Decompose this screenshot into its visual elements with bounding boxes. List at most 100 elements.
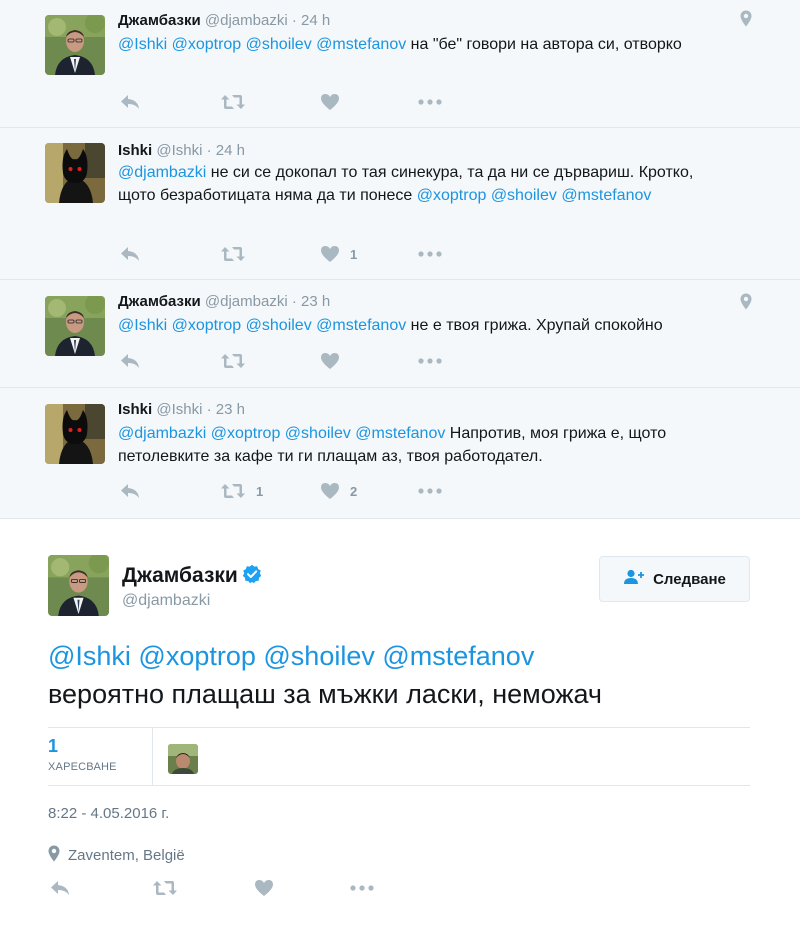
thread-tweet[interactable]: Ishki @Ishki · 23 h @djambazki @xoptrop @… bbox=[0, 388, 800, 519]
tweet-timestamp[interactable]: 8:22 - 4.05.2016 г. bbox=[48, 805, 169, 822]
tweet-heart-button[interactable] bbox=[320, 92, 340, 112]
tweet-actions: 12 bbox=[118, 481, 478, 501]
mention-link[interactable]: @djambazki bbox=[118, 164, 206, 181]
tweet-text: @djambazki не си се докопал то тая синек… bbox=[118, 161, 728, 207]
like-label[interactable]: ХАРЕСВАНЕ bbox=[48, 761, 117, 773]
tweet-time[interactable]: 24 h bbox=[216, 142, 245, 159]
heart-icon bbox=[320, 352, 340, 370]
more-icon bbox=[418, 99, 442, 105]
mention-link[interactable]: @shoilev bbox=[246, 317, 312, 334]
author-handle[interactable]: @djambazki bbox=[122, 592, 210, 610]
mention-link[interactable]: @djambazki bbox=[118, 425, 206, 442]
author-name-text[interactable]: Джамбазки bbox=[122, 564, 238, 587]
reply-icon bbox=[50, 880, 70, 896]
tweet-text: @Ishki @xoptrop @shoilev @mstefanov не е… bbox=[118, 314, 728, 337]
separator-dot: · bbox=[202, 142, 216, 159]
man-avatar[interactable] bbox=[45, 296, 105, 356]
mention-link[interactable]: @Ishki bbox=[118, 36, 167, 53]
separator-dot: · bbox=[287, 12, 302, 29]
tweet-heart-button[interactable]: 1 bbox=[320, 244, 357, 264]
mention-link[interactable]: @mstefanov bbox=[561, 187, 651, 204]
author-handle[interactable]: @Ishki bbox=[156, 142, 202, 159]
dark-figure-avatar[interactable] bbox=[45, 143, 105, 203]
main-tweet-mentions[interactable]: @Ishki @xoptrop @shoilev @mstefanov bbox=[48, 637, 758, 675]
mention-link[interactable]: @shoilev bbox=[246, 36, 312, 53]
tweet-time[interactable]: 24 h bbox=[301, 12, 330, 29]
mention-link[interactable]: @shoilev bbox=[285, 425, 351, 442]
reply-icon bbox=[120, 94, 140, 110]
tweet-more-button[interactable] bbox=[418, 351, 442, 371]
follow-button[interactable]: Следване bbox=[599, 556, 750, 602]
tweet-retweet-button[interactable] bbox=[220, 92, 246, 112]
main-reply-button[interactable] bbox=[50, 878, 70, 898]
mention-link[interactable]: @mstefanov bbox=[316, 36, 406, 53]
heart-icon bbox=[320, 245, 340, 263]
dark-figure-avatar[interactable] bbox=[45, 404, 105, 464]
author-name[interactable]: Джамбазки bbox=[118, 12, 201, 29]
tweet-header: Джамбазки @djambazki · 23 h bbox=[118, 293, 330, 310]
main-retweet-button[interactable] bbox=[152, 878, 178, 898]
stats-divider bbox=[152, 728, 153, 785]
reply-icon bbox=[120, 353, 140, 369]
thread-tweet[interactable]: Джамбазки @djambazki · 23 h @Ishki @xoptr… bbox=[0, 280, 800, 388]
tweet-more-button[interactable] bbox=[418, 481, 442, 501]
tweet-reply-button[interactable] bbox=[120, 244, 140, 264]
thread-tweet[interactable]: Джамбазки @djambazki · 24 h @Ishki @xoptr… bbox=[0, 0, 800, 128]
author-name[interactable]: Ishki bbox=[118, 401, 152, 418]
retweet-icon bbox=[220, 482, 246, 500]
author-name[interactable]: Джамбазки bbox=[118, 293, 201, 310]
tweet-more-button[interactable] bbox=[418, 244, 442, 264]
like-count[interactable]: 1 bbox=[48, 736, 58, 757]
tweet-more-button[interactable] bbox=[418, 92, 442, 112]
geo-pin-icon bbox=[48, 845, 68, 866]
separator-dot: · bbox=[287, 293, 302, 310]
mention-link[interactable]: @xoptrop bbox=[417, 187, 487, 204]
tweet-location[interactable]: Zaventem, België bbox=[48, 845, 185, 866]
tweet-actions bbox=[118, 92, 478, 112]
separator-dot: · bbox=[202, 401, 216, 418]
tweet-reply-button[interactable] bbox=[120, 481, 140, 501]
main-heart-button[interactable] bbox=[254, 878, 274, 898]
more-icon bbox=[418, 251, 442, 257]
author-name[interactable]: Ishki bbox=[118, 142, 152, 159]
mention-link[interactable]: @xoptrop bbox=[172, 36, 242, 53]
follow-user-icon bbox=[623, 569, 645, 589]
location-text[interactable]: Zaventem, België bbox=[68, 847, 185, 864]
conversation-thread: Джамбазки @djambazki · 24 h @Ishki @xoptr… bbox=[0, 0, 800, 519]
follow-button-label: Следване bbox=[653, 570, 726, 588]
author-handle[interactable]: @djambazki bbox=[205, 293, 288, 310]
tweet-retweet-button[interactable] bbox=[220, 244, 246, 264]
more-icon bbox=[418, 488, 442, 494]
mention-link[interactable]: @Ishki bbox=[118, 317, 167, 334]
reply-icon bbox=[120, 246, 140, 262]
geo-pin-icon[interactable] bbox=[740, 10, 752, 27]
retweet-icon bbox=[220, 93, 246, 111]
main-tweet-text: @Ishki @xoptrop @shoilev @mstefanov веро… bbox=[48, 637, 758, 713]
thread-tweet[interactable]: Ishki @Ishki · 24 h @djambazki не си се д… bbox=[0, 128, 800, 280]
liker-avatar[interactable] bbox=[168, 744, 198, 774]
man-avatar[interactable] bbox=[45, 15, 105, 75]
tweet-time[interactable]: 23 h bbox=[216, 401, 245, 418]
tweet-retweet-button[interactable] bbox=[220, 351, 246, 371]
mention-link[interactable]: @xoptrop bbox=[211, 425, 281, 442]
tweet-heart-button[interactable] bbox=[320, 351, 340, 371]
author-handle[interactable]: @djambazki bbox=[205, 12, 288, 29]
main-tweet-actions bbox=[48, 878, 448, 902]
tweet-reply-button[interactable] bbox=[120, 92, 140, 112]
author-name[interactable]: Джамбазки bbox=[122, 564, 262, 590]
tweet-time[interactable]: 23 h bbox=[301, 293, 330, 310]
main-more-button[interactable] bbox=[350, 878, 374, 898]
author-handle[interactable]: @Ishki bbox=[156, 401, 202, 418]
tweet-reply-button[interactable] bbox=[120, 351, 140, 371]
author-avatar[interactable] bbox=[48, 555, 109, 616]
mention-link[interactable]: @mstefanov bbox=[316, 317, 406, 334]
more-icon bbox=[350, 885, 374, 891]
geo-pin-icon[interactable] bbox=[740, 293, 752, 310]
tweet-heart-button[interactable]: 2 bbox=[320, 481, 357, 501]
mention-link[interactable]: @mstefanov bbox=[355, 425, 445, 442]
heart-icon bbox=[320, 93, 340, 111]
mention-link[interactable]: @shoilev bbox=[491, 187, 557, 204]
heart-count: 1 bbox=[350, 246, 358, 262]
mention-link[interactable]: @xoptrop bbox=[172, 317, 242, 334]
tweet-retweet-button[interactable]: 1 bbox=[220, 481, 263, 501]
